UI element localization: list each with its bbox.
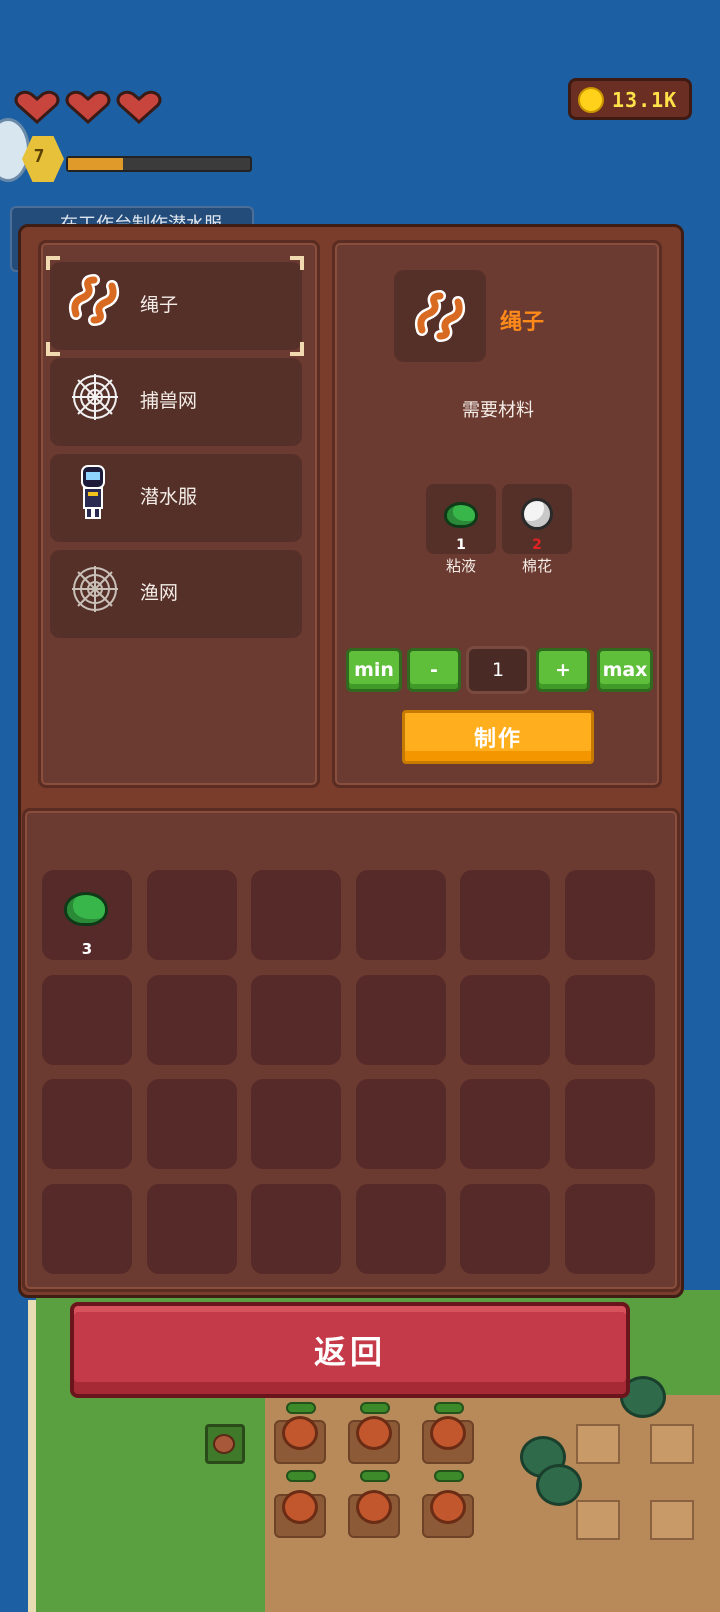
recipe-detail-panel	[332, 240, 662, 788]
cabbage-bush	[536, 1464, 582, 1506]
selection-corner	[46, 256, 60, 270]
coin-icon	[578, 87, 604, 113]
inventory-slot[interactable]	[251, 975, 341, 1065]
selected-item-name: 绳子	[500, 310, 545, 335]
carrot-crop	[356, 1416, 392, 1450]
inventory-item-count: 3	[81, 940, 93, 958]
inventory-slot[interactable]	[42, 975, 132, 1065]
inventory-slot[interactable]	[565, 975, 655, 1065]
carrot-crop	[282, 1416, 318, 1450]
dirt-tile[interactable]	[576, 1500, 620, 1540]
quantity-value[interactable]: 1	[466, 646, 530, 694]
material-name: 棉花	[521, 557, 552, 575]
inventory-slot[interactable]	[356, 1079, 446, 1169]
inventory-slot[interactable]	[251, 1079, 341, 1169]
dirt-tile[interactable]	[650, 1500, 694, 1540]
carrot-crop	[282, 1490, 318, 1524]
heart-icon	[65, 90, 111, 124]
cotton-icon	[521, 498, 553, 530]
material-name: 粘液	[445, 557, 476, 575]
inventory-slot[interactable]	[147, 1079, 237, 1169]
slime-icon	[64, 892, 108, 926]
rope-icon	[68, 274, 120, 326]
inventory-slot[interactable]	[565, 1079, 655, 1169]
selection-corner	[290, 256, 304, 270]
heart-icon	[116, 90, 162, 124]
dirt-tile[interactable]	[576, 1424, 620, 1464]
seed-icon	[213, 1434, 235, 1454]
inventory-slot[interactable]	[356, 870, 446, 960]
carrot-crop	[430, 1490, 466, 1524]
inventory-slot[interactable]	[251, 870, 341, 960]
crop-leaf	[434, 1470, 464, 1482]
requirements-title: 需要材料	[462, 400, 534, 421]
carrot-crop	[430, 1416, 466, 1450]
level-number: 7	[33, 146, 45, 167]
diving-suit-icon	[81, 465, 105, 519]
carrot-crop	[356, 1490, 392, 1524]
selection-corner	[46, 342, 60, 356]
inventory-slot[interactable]	[147, 975, 237, 1065]
back-button[interactable]: 返回	[70, 1302, 630, 1398]
material-count-insufficient: 2	[532, 537, 542, 553]
crop-leaf	[286, 1470, 316, 1482]
trap-net-icon	[72, 374, 118, 420]
selection-corner	[290, 342, 304, 356]
material-count: 1	[456, 537, 466, 553]
craft-button[interactable]: 制作	[402, 710, 594, 764]
inventory-slot[interactable]	[251, 1184, 341, 1274]
recipe-label: 潜水服	[140, 486, 198, 508]
quantity-max-button[interactable]: max	[597, 648, 653, 692]
coin-amount: 13.1K	[612, 88, 678, 112]
xp-bar-fill	[68, 158, 123, 170]
inventory-slot[interactable]	[356, 1184, 446, 1274]
rope-icon	[414, 290, 466, 342]
inventory-slot[interactable]	[460, 975, 550, 1065]
quantity-plus-button[interactable]: +	[536, 648, 590, 692]
crop-leaf	[360, 1402, 390, 1414]
quantity-minus-button[interactable]: -	[407, 648, 461, 692]
inventory-slot[interactable]	[565, 1184, 655, 1274]
inventory-slot[interactable]	[356, 975, 446, 1065]
slime-icon	[444, 502, 478, 528]
inventory-slot[interactable]	[42, 1184, 132, 1274]
inventory-slot[interactable]	[42, 1079, 132, 1169]
heart-icon	[14, 90, 60, 124]
inventory-slot[interactable]	[460, 1079, 550, 1169]
recipe-label: 捕兽网	[140, 390, 198, 412]
recipe-label: 渔网	[140, 582, 179, 604]
dirt-tile[interactable]	[650, 1424, 694, 1464]
crop-leaf	[360, 1470, 390, 1482]
fishing-net-icon	[72, 566, 118, 612]
crop-leaf	[286, 1402, 316, 1414]
inventory-slot[interactable]	[460, 1184, 550, 1274]
quantity-min-button[interactable]: min	[346, 648, 402, 692]
inventory-slot[interactable]	[565, 870, 655, 960]
inventory-slot[interactable]	[460, 870, 550, 960]
recipe-label: 绳子	[140, 294, 179, 316]
inventory-slot[interactable]	[147, 1184, 237, 1274]
crop-leaf	[434, 1402, 464, 1414]
inventory-slot[interactable]	[147, 870, 237, 960]
